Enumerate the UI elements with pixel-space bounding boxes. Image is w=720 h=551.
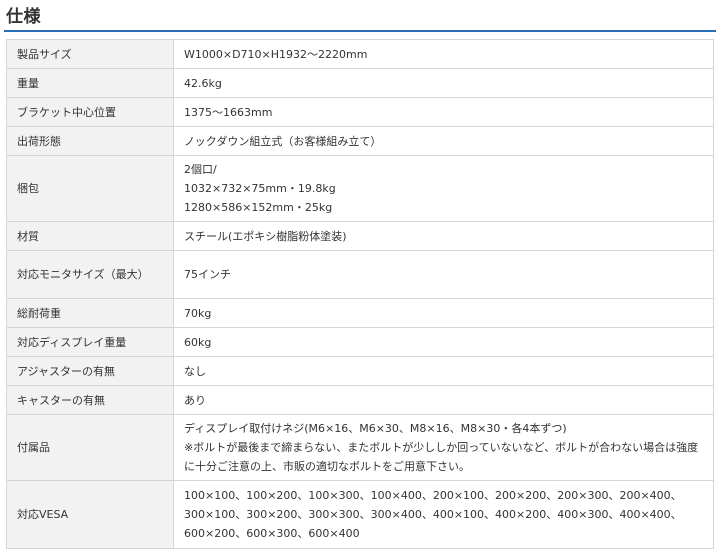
spec-label: 製品サイズ [6,39,174,69]
spec-label: 重量 [6,68,174,98]
spec-value: あり [173,385,714,415]
spec-value: 1375〜1663mm [173,97,714,127]
spec-value: ノックダウン組立式（お客様組み立て） [173,126,714,156]
spec-value-line: 2個口/ [184,163,217,176]
spec-value: W1000×D710×H1932〜2220mm [173,39,714,69]
spec-label: 対応モニタサイズ（最大） [6,250,174,299]
page-title: 仕様 [6,7,41,27]
spec-label: キャスターの有無 [6,385,174,415]
spec-label: 総耐荷重 [6,298,174,328]
spec-label: 対応ディスプレイ重量 [6,327,174,357]
spec-row: 重量 42.6kg [6,68,714,98]
spec-row: 出荷形態 ノックダウン組立式（お客様組み立て） [6,126,714,156]
spec-value-line: 60kg [184,335,212,349]
spec-value-line: 75インチ [184,268,231,281]
spec-value: スチール(エポキシ樹脂粉体塗装) [173,221,714,251]
spec-value-line: ノックダウン組立式（お客様組み立て） [184,134,382,148]
spec-value: 2個口/1032×732×75mm・19.8kg 1280×586×152mm・2… [173,155,714,222]
spec-value-line: 42.6kg [184,76,222,90]
spec-row: キャスターの有無 あり [6,385,714,415]
section-header: 仕様 [4,0,716,32]
spec-row: 付属品 ディスプレイ取付けネジ(M6×16、M6×30、M8×16、M8×30・各… [6,414,714,481]
spec-label: アジャスターの有無 [6,356,174,386]
spec-row: 総耐荷重 70kg [6,298,714,328]
spec-value: 60kg [173,327,714,357]
spec-value: 100×100、100×200、100×300、100×400、200×100、… [173,480,714,549]
spec-row: 対応ディスプレイ重量 60kg [6,327,714,357]
spec-value-line: あり [184,393,206,407]
spec-table-body: 製品サイズ W1000×D710×H1932〜2220mm 重量 42.6kg ブラケッ… [6,39,714,549]
spec-value: 42.6kg [173,68,714,98]
spec-value-line: スチール(エポキシ樹脂粉体塗装) [184,229,347,243]
spec-label: ブラケット中心位置 [6,97,174,127]
spec-row: 対応モニタサイズ（最大） 75インチ [6,250,714,299]
spec-value-line: なし [184,364,206,378]
spec-label: 梱包 [6,155,174,222]
spec-row: ブラケット中心位置 1375〜1663mm [6,97,714,127]
spec-value-line: 1032×732×75mm・19.8kg [184,182,336,195]
spec-value: 75インチ [173,250,714,299]
spec-row: 材質 スチール(エポキシ樹脂粉体塗装) [6,221,714,251]
spec-value: 70kg [173,298,714,328]
spec-label: 出荷形態 [6,126,174,156]
spec-value-line: 1280×586×152mm・25kg [184,201,333,214]
spec-label: 材質 [6,221,174,251]
spec-value-line: ディスプレイ取付けネジ(M6×16、M6×30、M8×16、M8×30・各4本ず… [184,422,567,435]
spec-row: 対応VESA 100×100、100×200、100×300、100×400、20… [6,480,714,549]
spec-row: アジャスターの有無 なし [6,356,714,386]
spec-table: 製品サイズ W1000×D710×H1932〜2220mm 重量 42.6kg ブラケッ… [6,39,714,549]
spec-value-line: ※ボルトが最後まで締まらない、またボルトが少ししか回っていないなど、ボルトが合わ… [184,441,699,473]
spec-row: 製品サイズ W1000×D710×H1932〜2220mm [6,39,714,69]
spec-value-line: 100×100、100×200、100×300、100×400、200×100、… [184,489,682,540]
spec-label: 対応VESA [6,480,174,549]
spec-value-line: 1375〜1663mm [184,105,273,119]
spec-value-line: 70kg [184,306,212,320]
spec-value: なし [173,356,714,386]
spec-value: ディスプレイ取付けネジ(M6×16、M6×30、M8×16、M8×30・各4本ず… [173,414,714,481]
spec-value-line: W1000×D710×H1932〜2220mm [184,47,368,61]
spec-label: 付属品 [6,414,174,481]
spec-row: 梱包 2個口/1032×732×75mm・19.8kg 1280×586×152mm… [6,155,714,222]
